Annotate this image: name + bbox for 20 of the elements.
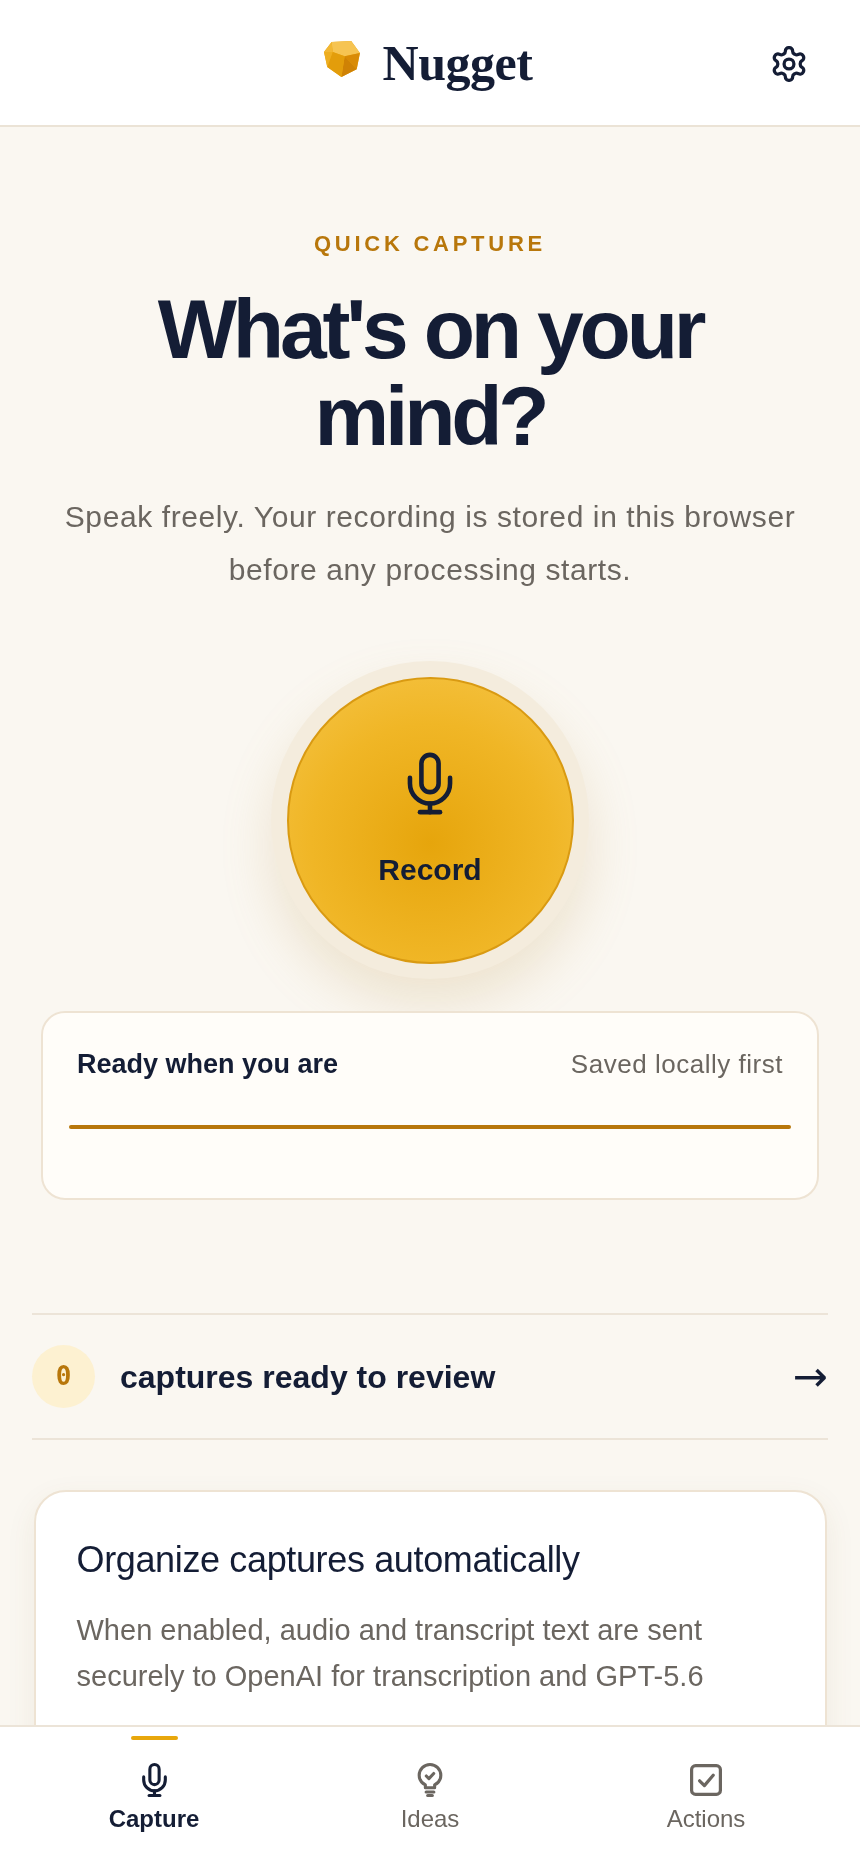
page-subtitle: Speak freely. Your recording is stored in this browser before any processing starts. [63,499,797,588]
nav-tab[interactable]: Capture [96,1727,212,1833]
count-badge: 0 [32,1345,95,1408]
microphone-icon [141,1763,167,1797]
checkbox-icon [690,1764,722,1796]
lightbulb-check-icon [417,1763,443,1797]
page-title: What's on your mind? [156,286,704,460]
card-title: Organize captures automatically [76,1539,581,1581]
arrow-button[interactable]: → [792,1354,828,1399]
nugget-logo-icon [323,41,361,78]
card-description: When enabled, audio and transcript text are sent securely to OpenAI for transcription and GPT-5.6 [76,1613,705,1694]
settings-icon [772,46,806,82]
nav-tab[interactable]: Ideas [388,1727,472,1833]
microphone-icon [407,752,453,815]
eyebrow-label: QUICK CAPTURE [314,230,546,258]
record-button[interactable]: Record [286,676,574,964]
status-label: Ready when you are [77,1048,339,1080]
review-label: captures ready to review [120,1357,496,1396]
nav-tab[interactable]: Actions [654,1727,758,1833]
storage-note: Saved locally first [570,1048,783,1080]
